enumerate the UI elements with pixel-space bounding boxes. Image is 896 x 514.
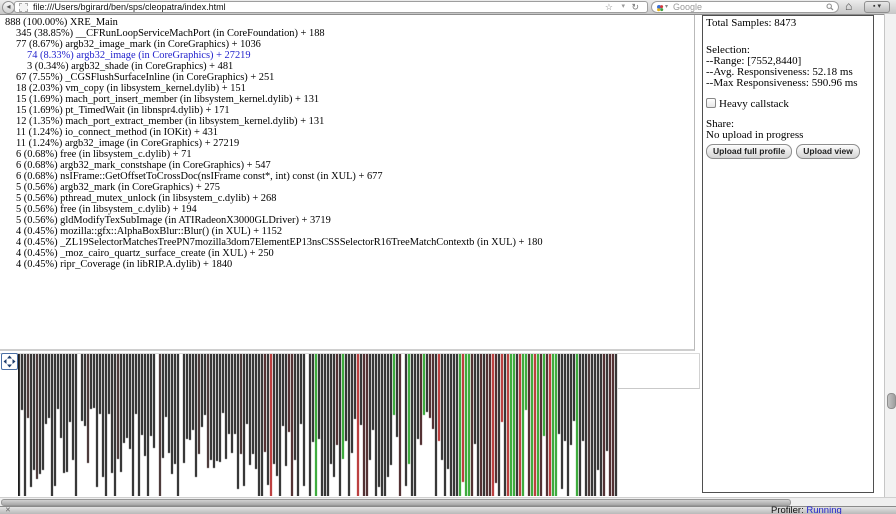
tree-row[interactable]: 74 (8.33%) argb32_image (in CoreGraphics… bbox=[0, 50, 694, 61]
bookmarks-panel-button[interactable]: ▪ ▾ bbox=[864, 1, 890, 13]
tree-row[interactable]: 5 (0.56%) argb32_mark (in CoreGraphics) … bbox=[0, 182, 694, 193]
google-logo-icon[interactable] bbox=[656, 4, 664, 12]
browser-window: ◂ file:///Users/bgirard/ben/sps/cleopatr… bbox=[0, 0, 896, 514]
tree-row[interactable]: 4 (0.45%) mozilla::gfx::AlphaBoxBlur::Bl… bbox=[0, 226, 694, 237]
bookmark-star-icon[interactable]: ☆ bbox=[605, 2, 613, 12]
selection-max-responsiveness: --Max Responsiveness: 590.96 ms bbox=[706, 78, 870, 89]
tree-row[interactable]: 4 (0.45%) _moz_cairo_quartz_surface_crea… bbox=[0, 248, 694, 259]
tree-row[interactable]: 12 (1.35%) mach_port_extract_member (in … bbox=[0, 116, 694, 127]
page-favicon-placeholder-icon bbox=[19, 3, 28, 12]
total-samples-label: Total Samples: 8473 bbox=[706, 18, 870, 29]
url-bar[interactable]: file:///Users/bgirard/ben/sps/cleopatra/… bbox=[14, 1, 648, 13]
url-input[interactable]: file:///Users/bgirard/ben/sps/cleopatra/… bbox=[33, 2, 226, 12]
tree-row[interactable]: 6 (0.68%) nsIFrame::GetOffsetToCrossDoc(… bbox=[0, 171, 694, 182]
heavy-callstack-row: Heavy callstack bbox=[706, 98, 870, 110]
profiler-status-value: Running bbox=[806, 505, 841, 514]
vertical-scrollbar-thumb[interactable] bbox=[887, 393, 896, 409]
status-bar: ✕ Profiler: Running bbox=[0, 506, 896, 514]
tree-row[interactable]: 11 (1.24%) io_connect_method (in IOKit) … bbox=[0, 127, 694, 138]
tree-row[interactable]: 5 (0.56%) free (in libsystem_c.dylib) + … bbox=[0, 204, 694, 215]
upload-status: No upload in progress bbox=[706, 130, 870, 141]
profiler-status-label: Profiler: bbox=[771, 505, 806, 514]
tree-row[interactable]: 77 (8.67%) argb32_image_mark (in CoreGra… bbox=[0, 39, 694, 50]
upload-buttons-row: Upload full profile Upload view bbox=[706, 141, 870, 159]
home-button[interactable]: ⌂ bbox=[845, 0, 852, 13]
call-tree[interactable]: 888 (100.00%) XRE_Main345 (38.85%) __CFR… bbox=[0, 15, 695, 351]
tree-row[interactable]: 888 (100.00%) XRE_Main bbox=[0, 17, 694, 28]
tree-row[interactable]: 67 (7.55%) _CGSFlushSurfaceInline (in Co… bbox=[0, 72, 694, 83]
tree-row[interactable]: 4 (0.45%) ripr_Coverage (in libRIP.A.dyl… bbox=[0, 259, 694, 270]
profile-info-sidebar: Total Samples: 8473 Selection: --Range: … bbox=[702, 15, 874, 493]
tree-row[interactable]: 15 (1.69%) pt_TimedWait (in libnspr4.dyl… bbox=[0, 105, 694, 116]
tree-row[interactable]: 4 (0.45%) _ZL19SelectorMatchesTreePN7moz… bbox=[0, 237, 694, 248]
vertical-scrollbar[interactable] bbox=[884, 14, 896, 497]
heavy-callstack-checkbox[interactable] bbox=[706, 98, 716, 108]
horizontal-scrollbar[interactable] bbox=[0, 497, 896, 506]
horizontal-scrollbar-thumb[interactable] bbox=[1, 499, 791, 506]
tree-row[interactable]: 5 (0.56%) pthread_mutex_unlock (in libsy… bbox=[0, 193, 694, 204]
expand-arrows-icon bbox=[3, 355, 16, 368]
heavy-callstack-label: Heavy callstack bbox=[719, 98, 789, 110]
tree-row[interactable]: 6 (0.68%) free (in libsystem_c.dylib) + … bbox=[0, 149, 694, 160]
search-input[interactable]: ▾ Google bbox=[651, 1, 839, 13]
reload-icon[interactable]: ↻ bbox=[631, 2, 639, 12]
tree-row[interactable]: 345 (38.85%) __CFRunLoopServiceMachPort … bbox=[0, 28, 694, 39]
close-icon[interactable]: ✕ bbox=[5, 507, 11, 514]
tree-row[interactable]: 3 (0.34%) argb32_shade (in CoreGraphics)… bbox=[0, 61, 694, 72]
profiler-status: Profiler: Running bbox=[771, 506, 842, 514]
upload-full-profile-button[interactable]: Upload full profile bbox=[706, 144, 792, 159]
histogram-overflow-box bbox=[618, 354, 700, 389]
upload-view-button[interactable]: Upload view bbox=[796, 144, 860, 159]
url-dropdown-icon[interactable]: ▾ bbox=[621, 2, 625, 12]
tree-row[interactable]: 15 (1.69%) mach_port_insert_member (in l… bbox=[0, 94, 694, 105]
tree-row[interactable]: 5 (0.56%) gldModifyTexSubImage (in ATIRa… bbox=[0, 215, 694, 226]
tree-row[interactable]: 18 (2.03%) vm_copy (in libsystem_kernel.… bbox=[0, 83, 694, 94]
histogram-canvas[interactable] bbox=[18, 354, 618, 496]
search-engine-dropdown-icon[interactable]: ▾ bbox=[665, 3, 668, 11]
search-magnifier-icon[interactable] bbox=[826, 3, 834, 11]
expand-fullscreen-button[interactable] bbox=[1, 353, 18, 370]
tree-row[interactable]: 6 (0.68%) argb32_mark_constshape (in Cor… bbox=[0, 160, 694, 171]
tree-row[interactable]: 11 (1.24%) argb32_image (in CoreGraphics… bbox=[0, 138, 694, 149]
browser-toolbar: ◂ file:///Users/bgirard/ben/sps/cleopatr… bbox=[0, 0, 896, 15]
search-engine-label: Google bbox=[673, 2, 702, 12]
